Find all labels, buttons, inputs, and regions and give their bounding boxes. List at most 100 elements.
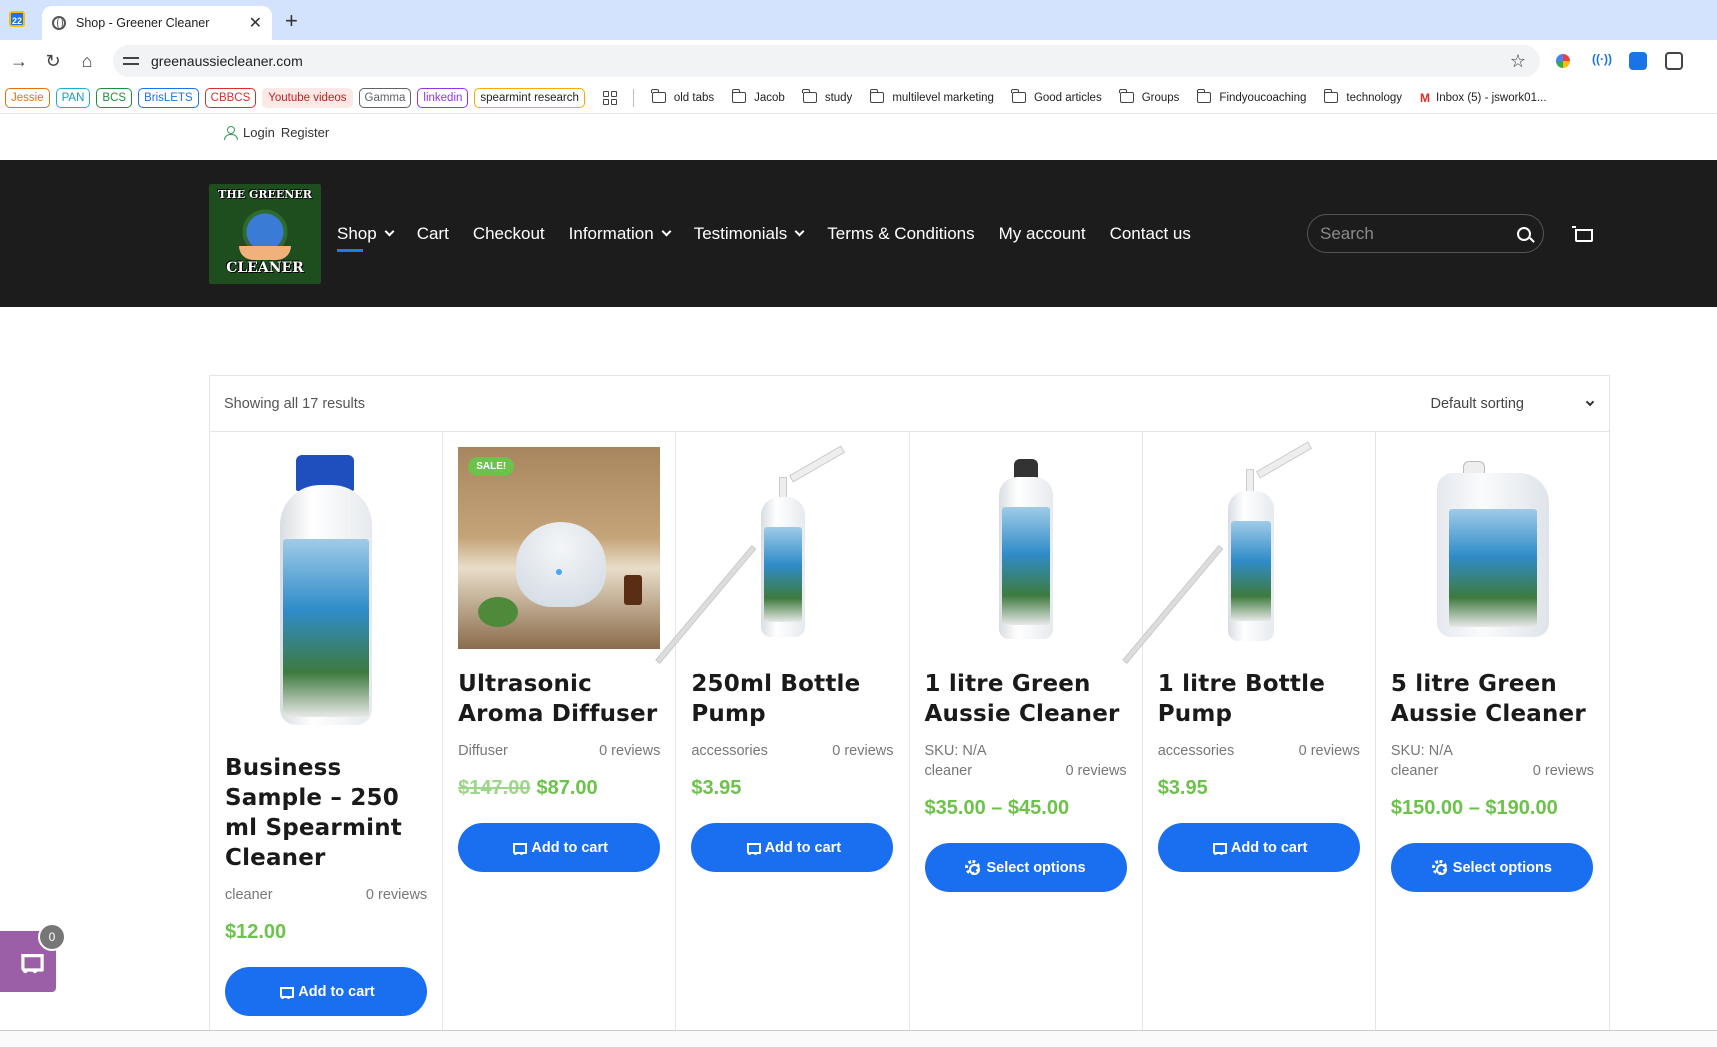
product-meta: cleaner 0 reviews: [1391, 763, 1594, 779]
bookmark-folder[interactable]: technology: [1323, 89, 1402, 104]
bookmark-chip[interactable]: PAN: [55, 87, 91, 108]
folder-icon: [869, 89, 885, 103]
bookmark-chip[interactable]: BCS: [96, 87, 133, 108]
search-input[interactable]: Search: [1307, 214, 1544, 253]
extensions-puzzle-icon[interactable]: [1665, 52, 1683, 70]
menu-label: Testimonials: [693, 223, 788, 243]
product-image[interactable]: [225, 447, 427, 733]
menu-item-contact[interactable]: Contact us: [1110, 224, 1191, 244]
product-category[interactable]: Diffuser: [458, 743, 508, 759]
product-title[interactable]: 1 litre Green Aussie Cleaner: [925, 669, 1127, 729]
bookmark-star-icon[interactable]: ☆: [1510, 51, 1526, 72]
product-category[interactable]: cleaner: [1391, 763, 1439, 779]
menu-item-terms[interactable]: Terms & Conditions: [827, 224, 974, 244]
bookmark-folder[interactable]: old tabs: [651, 89, 714, 104]
product-category[interactable]: cleaner: [225, 887, 273, 903]
extension-icon-2[interactable]: ((·)): [1592, 52, 1612, 70]
folder-label: Good articles: [1033, 91, 1102, 104]
product-title[interactable]: 1 litre Bottle Pump: [1158, 669, 1360, 729]
menu-item-cart[interactable]: Cart: [417, 224, 449, 244]
product-image[interactable]: [1122, 441, 1360, 664]
product-reviews: 0 reviews: [1065, 763, 1127, 779]
product-price: $12.00: [225, 921, 427, 944]
price-current: $150.00 – $190.00: [1390, 797, 1558, 819]
price-current: $12.00: [225, 921, 287, 943]
bookmark-gmail[interactable]: M Inbox (5) - jswork01...: [1420, 91, 1547, 105]
browser-tabstrip: 22 Shop - Greener Cleaner ✕ +: [0, 0, 1717, 40]
product-category[interactable]: accessories: [691, 743, 768, 759]
close-tab-icon[interactable]: ✕: [249, 13, 262, 33]
menu-item-testimonials[interactable]: Testimonials: [693, 223, 805, 244]
product-title[interactable]: Business Sample – 250 ml Spearmint Clean…: [225, 753, 427, 873]
url-text[interactable]: greenaussiecleaner.com: [151, 53, 303, 69]
add-to-cart-button[interactable]: Add to cart: [1157, 823, 1360, 872]
sort-select[interactable]: Default sorting: [1430, 395, 1595, 412]
site-header: THE GREENER CLEANER Shop Cart Checkout I…: [0, 160, 1717, 307]
menu-item-checkout[interactable]: Checkout: [473, 224, 545, 244]
tab-groups-icon[interactable]: [602, 90, 617, 105]
product-sku: SKU: N/A: [1390, 743, 1453, 759]
sort-value: Default sorting: [1430, 395, 1525, 412]
product-image[interactable]: [655, 445, 893, 664]
bookmark-chip[interactable]: BrisLETS: [138, 87, 199, 108]
product-category[interactable]: accessories: [1158, 743, 1235, 759]
add-to-cart-button[interactable]: Add to cart: [225, 967, 427, 1016]
add-to-cart-button[interactable]: Add to cart: [458, 823, 661, 872]
new-tab-button[interactable]: +: [285, 8, 298, 34]
search-placeholder: Search: [1320, 223, 1374, 243]
button-label: Add to cart: [764, 839, 842, 856]
folder-icon: [1011, 89, 1026, 103]
product-card: Business Sample – 250 ml Spearmint Clean…: [210, 432, 444, 1035]
folder-icon: [731, 89, 747, 103]
bookmark-chip[interactable]: linkedin: [417, 87, 469, 108]
select-options-button[interactable]: Select options: [924, 843, 1127, 892]
product-category[interactable]: cleaner: [925, 763, 973, 779]
product-title[interactable]: 250ml Bottle Pump: [691, 669, 893, 729]
product-image[interactable]: [925, 447, 1127, 649]
result-count: Showing all 17 results: [224, 395, 366, 412]
extension-icon-1[interactable]: [1556, 54, 1570, 68]
address-bar[interactable]: greenaussiecleaner.com ☆: [113, 45, 1540, 77]
bookmark-chip[interactable]: CBBCS: [204, 87, 257, 108]
product-reviews: 0 reviews: [1298, 743, 1360, 759]
product-card: 5 litre Green Aussie Cleaner SKU: N/A cl…: [1376, 432, 1609, 1035]
button-label: Add to cart: [531, 839, 608, 856]
product-title[interactable]: 5 litre Green Aussie Cleaner: [1391, 669, 1594, 729]
cart-icon: [510, 842, 528, 855]
menu-item-information[interactable]: Information: [569, 224, 672, 244]
sale-badge: SALE!: [468, 457, 515, 476]
bookmark-chip[interactable]: spearmint research: [474, 87, 585, 108]
chevron-down-icon: [661, 226, 672, 237]
select-options-button[interactable]: Select options: [1390, 843, 1593, 892]
bookmark-folder[interactable]: Findyoucoaching: [1196, 89, 1306, 104]
site-logo[interactable]: THE GREENER CLEANER: [209, 184, 321, 284]
register-link[interactable]: Register: [281, 125, 329, 140]
bookmark-folder[interactable]: Good articles: [1011, 89, 1102, 104]
extension-icon-3[interactable]: [1629, 52, 1647, 70]
cart-icon[interactable]: [1572, 226, 1593, 244]
bookmark-chip[interactable]: Jessie: [5, 87, 50, 108]
bookmark-folder[interactable]: Groups: [1119, 89, 1179, 104]
product-image[interactable]: SALE!: [458, 447, 661, 649]
bookmark-chip[interactable]: Gamma: [358, 87, 412, 108]
search-icon[interactable]: [1517, 226, 1531, 241]
menu-item-my-account[interactable]: My account: [999, 224, 1086, 244]
menu-item-shop[interactable]: Shop: [337, 224, 395, 252]
cart-icon: [1210, 842, 1227, 855]
bookmark-folder[interactable]: multilevel marketing: [869, 89, 994, 104]
logo-text-bottom: CLEANER: [226, 260, 304, 276]
site-info-icon[interactable]: [123, 54, 139, 68]
bookmark-chip[interactable]: Youtube videos: [262, 87, 353, 108]
product-title[interactable]: Ultrasonic Aroma Diffuser: [458, 669, 660, 729]
product-image[interactable]: [1391, 447, 1593, 649]
calendar-app-icon[interactable]: 22: [9, 11, 25, 27]
home-icon[interactable]: ⌂: [72, 46, 102, 76]
bottom-strip: [0, 1030, 1717, 1047]
reload-icon[interactable]: ↻: [38, 46, 68, 76]
tab-shop[interactable]: Shop - Greener Cleaner ✕: [42, 6, 272, 40]
bookmark-folder[interactable]: study: [802, 89, 852, 104]
add-to-cart-button[interactable]: Add to cart: [691, 823, 894, 872]
forward-icon[interactable]: →: [4, 46, 34, 76]
bookmark-folder[interactable]: Jacob: [731, 89, 785, 104]
login-link[interactable]: Login: [243, 125, 275, 140]
